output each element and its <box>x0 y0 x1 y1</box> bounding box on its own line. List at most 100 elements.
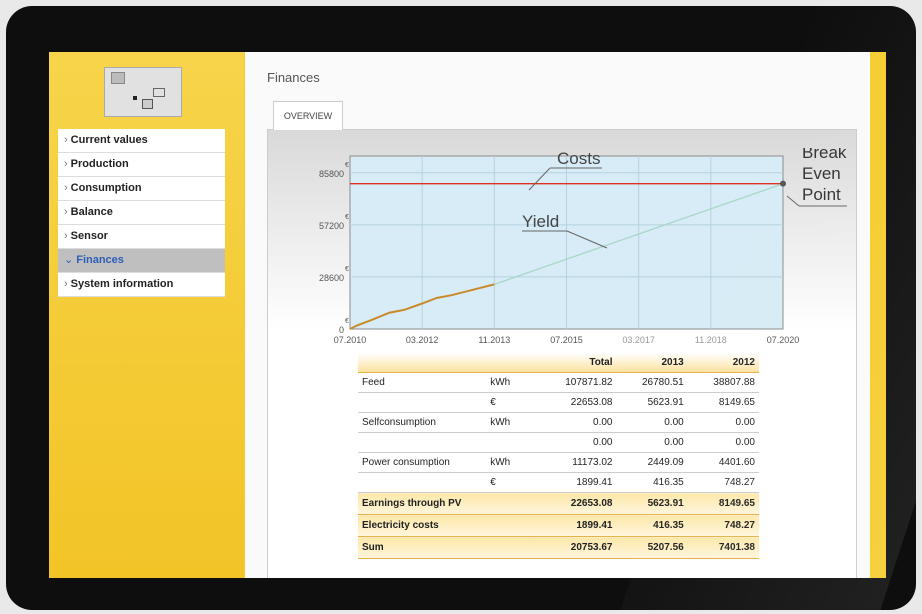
screen: › Current values › Production › Consumption… <box>49 52 886 578</box>
sidebar-item-label: Production <box>70 158 129 170</box>
chevron-right-icon: › <box>64 206 68 218</box>
summary-label: Sum <box>358 536 536 559</box>
cell-value: 8149.65 <box>687 392 759 413</box>
sidebar-item-consumption[interactable]: › Consumption <box>58 177 225 201</box>
cell-value: 26780.51 <box>616 372 688 393</box>
sidebar-item-label: System information <box>70 278 174 290</box>
sidebar-item-sensor[interactable]: › Sensor <box>58 225 225 249</box>
x-tick-label: 03.2012 <box>406 335 439 345</box>
cell-value: 5623.91 <box>616 392 688 413</box>
summary-row: Sum 20753.67 5207.56 7401.38 <box>358 536 759 559</box>
summary-row: Electricity costs 1899.41 416.35 748.27 <box>358 514 759 537</box>
x-tick-label: 07.2020 <box>767 335 800 345</box>
summary-value: 748.27 <box>687 514 759 537</box>
table-row: Selfconsumption kWh 0.00 0.00 0.00 <box>358 412 759 433</box>
system-overview-thumbnail[interactable] <box>104 67 182 117</box>
sidebar-item-balance[interactable]: › Balance <box>58 201 225 225</box>
cell-value: 0.00 <box>687 432 759 453</box>
cell-value: 107871.82 <box>535 372 617 393</box>
x-tick-label: 11.2018 <box>695 335 727 345</box>
y-tick-label: 0 <box>339 325 344 335</box>
summary-row: Earnings through PV 22653.08 5623.91 8149.6… <box>358 492 759 515</box>
row-unit: € <box>486 392 536 413</box>
y-tick-label: 85800 <box>319 169 344 179</box>
cell-value: 0.00 <box>616 412 688 433</box>
y-tick-unit: € <box>345 162 349 169</box>
cell-value: 38807.88 <box>687 372 759 393</box>
row-unit: kWh <box>486 412 536 433</box>
row-unit: kWh <box>486 372 536 393</box>
cell-value: 416.35 <box>616 472 688 493</box>
sidebar-item-system-information[interactable]: › System information <box>58 273 225 297</box>
row-label: Feed <box>358 372 487 393</box>
sidebar-item-label: Current values <box>70 134 148 146</box>
chevron-down-icon: ⌄ <box>64 254 74 266</box>
chevron-right-icon: › <box>64 182 68 194</box>
y-tick-unit: € <box>345 318 349 325</box>
sidebar-item-finances[interactable]: ⌄ Finances <box>58 249 225 273</box>
column-header: 2012 <box>687 353 759 373</box>
annotation-break-even-line: Even <box>802 164 841 183</box>
chevron-right-icon: › <box>64 278 68 290</box>
y-tick-unit: € <box>345 266 349 273</box>
cell-value: 22653.08 <box>535 392 617 413</box>
annotation-break-even-line: Point <box>802 185 841 204</box>
sidebar-item-current-values[interactable]: › Current values <box>58 129 225 153</box>
break-even-point-marker <box>780 180 786 187</box>
summary-label: Electricity costs <box>358 514 536 537</box>
x-tick-label: 07.2015 <box>550 335 583 345</box>
sidebar-nav: › Current values › Production › Consumption… <box>58 129 225 297</box>
annotation-costs: Costs <box>557 149 600 168</box>
sidebar-item-label: Sensor <box>70 230 108 242</box>
table-row: Power consumption kWh 11173.02 2449.09 4401.… <box>358 452 759 473</box>
row-label <box>358 392 487 413</box>
cell-value: 0.00 <box>616 432 688 453</box>
summary-value: 20753.67 <box>535 536 617 559</box>
row-label: Selfconsumption <box>358 412 487 433</box>
tab-overview[interactable]: OVERVIEW <box>273 101 343 130</box>
right-border <box>870 52 886 578</box>
row-unit <box>486 432 536 453</box>
finances-table: Total 2013 2012 Feed kWh 107871.82 26780.51 388… <box>358 353 759 559</box>
chevron-right-icon: › <box>64 230 68 242</box>
sidebar-item-label: Finances <box>76 254 124 266</box>
column-header <box>486 353 536 373</box>
sidebar-item-label: Consumption <box>70 182 142 194</box>
cell-value: 0.00 <box>687 412 759 433</box>
annotation-yield: Yield <box>522 212 559 231</box>
y-tick-label: 57200 <box>319 221 344 231</box>
cell-value: 0.00 <box>535 412 617 433</box>
summary-value: 8149.65 <box>687 492 759 515</box>
computer-icon <box>142 99 153 109</box>
column-header: 2013 <box>616 353 688 373</box>
cell-value: 4401.60 <box>687 452 759 473</box>
marker-icon <box>133 96 137 100</box>
row-label <box>358 432 487 453</box>
cell-value: 1899.41 <box>535 472 617 493</box>
sidebar-item-label: Balance <box>70 206 113 218</box>
summary-value: 22653.08 <box>535 492 617 515</box>
cell-value: 2449.09 <box>616 452 688 473</box>
y-tick-unit: € <box>345 214 349 221</box>
table-row: 0.00 0.00 0.00 <box>358 432 759 453</box>
row-label: Power consumption <box>358 452 487 473</box>
row-label <box>358 472 487 493</box>
table-header-row: Total 2013 2012 <box>358 353 759 373</box>
row-unit: kWh <box>486 452 536 473</box>
annotation-break-even-line: Break <box>802 148 847 162</box>
y-tick-label: 28600 <box>319 273 344 283</box>
column-header <box>358 353 487 373</box>
x-tick-label: 11.2013 <box>478 335 510 345</box>
chevron-right-icon: › <box>64 134 68 146</box>
sidebar-item-production[interactable]: › Production <box>58 153 225 177</box>
document-icon <box>111 72 125 84</box>
main-content: Finances OVERVIEW 07.2010 03.2012 11.2013 0… <box>245 52 870 578</box>
column-header: Total <box>535 353 617 373</box>
page-title: Finances <box>267 70 320 85</box>
table-row: €1899.41 416.35 748.27 <box>358 472 759 493</box>
x-tick-label: 07.2010 <box>334 335 367 345</box>
summary-value: 7401.38 <box>687 536 759 559</box>
summary-value: 5207.56 <box>616 536 688 559</box>
cell-value: 11173.02 <box>535 452 617 473</box>
summary-value: 416.35 <box>616 514 688 537</box>
